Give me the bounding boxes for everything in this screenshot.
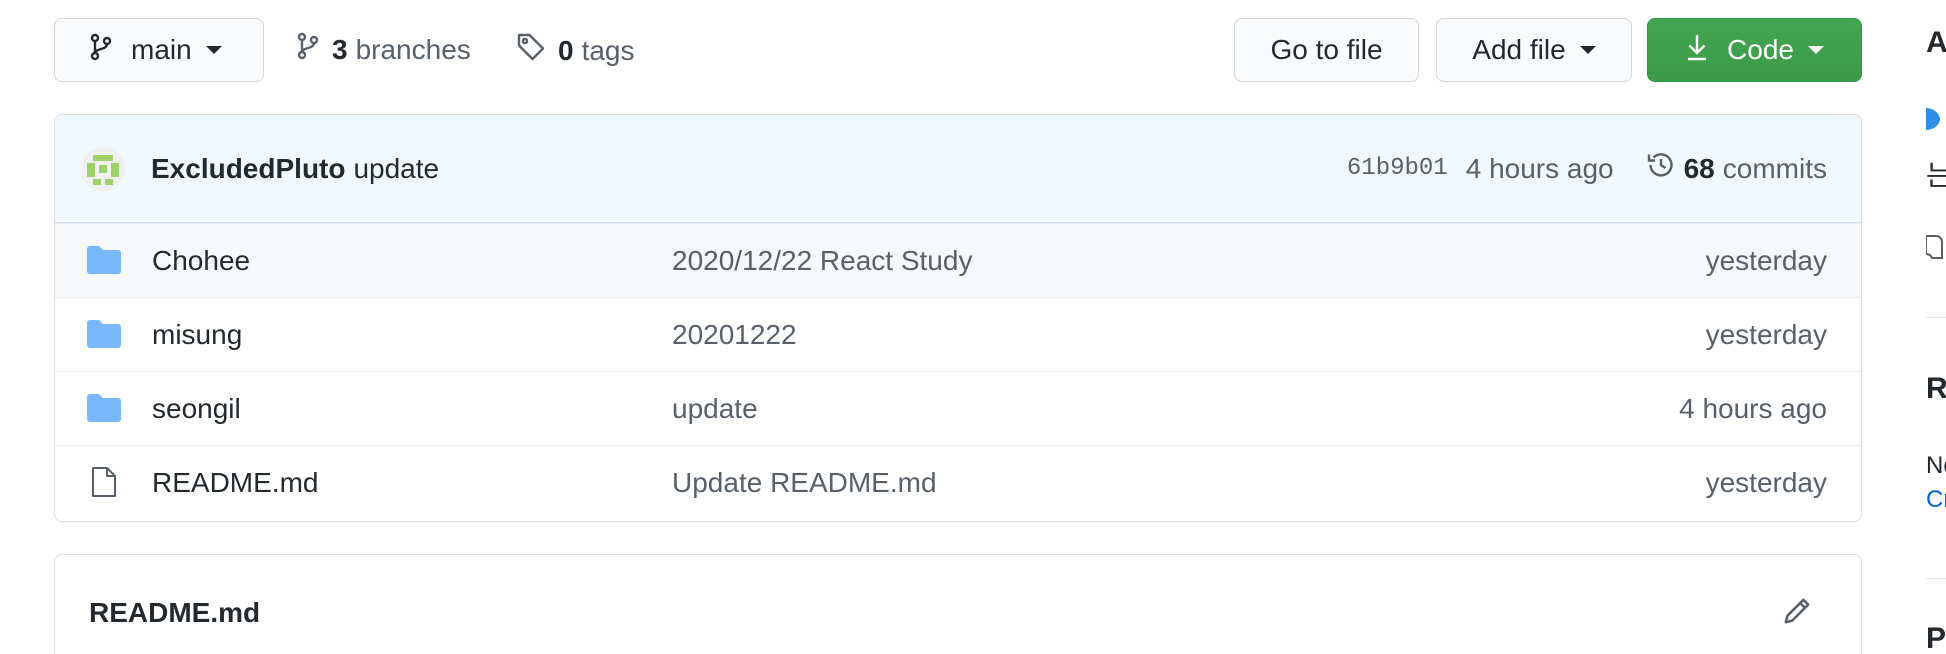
repo-toolbar: main 3 branches 0 tags Go to file Add fi… (54, 18, 1862, 84)
file-row[interactable]: Chohee 2020/12/22 React Study yesterday (55, 223, 1861, 297)
avatar[interactable] (81, 146, 125, 191)
repo-sidebar: A 는 R No Cr P (1925, 0, 1946, 654)
book-icon (1925, 232, 1946, 265)
commits-label: commits (1722, 152, 1827, 184)
file-browser: ExcludedPluto update 61b9b01 4 hours ago… (54, 114, 1862, 522)
file-icon (91, 466, 117, 505)
commit-meta: 61b9b01 4 hours ago 68 commits (1347, 150, 1827, 187)
commit-sha-link[interactable]: 61b9b01 (1347, 155, 1448, 182)
file-name-link[interactable]: README.md (152, 467, 318, 499)
folder-icon (87, 246, 121, 281)
commits-history-link[interactable]: 68 commits (1646, 150, 1827, 187)
tags-count: 0 (558, 34, 574, 66)
file-age: 4 hours ago (1679, 392, 1827, 424)
tags-label: tags (581, 34, 635, 66)
commit-time: 4 hours ago (1465, 152, 1614, 184)
code-button[interactable]: Code (1647, 18, 1862, 82)
commit-author-link[interactable]: ExcludedPluto (151, 153, 345, 185)
about-heading: A (1926, 26, 1946, 59)
create-release-link[interactable]: Cr (1926, 486, 1946, 514)
folder-icon (87, 320, 121, 355)
add-file-label: Add file (1472, 34, 1566, 65)
branches-link[interactable]: 3 branches (296, 32, 471, 67)
branches-label: branches (355, 33, 471, 65)
packages-heading: P (1926, 622, 1946, 654)
go-to-file-button[interactable]: Go to file (1234, 18, 1419, 82)
go-to-file-label: Go to file (1270, 34, 1383, 65)
file-commit-link[interactable]: 20201222 (672, 319, 797, 351)
commits-count: 68 (1683, 152, 1715, 184)
chevron-down-icon (205, 46, 222, 54)
chevron-down-icon (1807, 46, 1824, 54)
code-label: Code (1727, 34, 1794, 65)
sidebar-divider (1926, 317, 1946, 318)
pencil-icon[interactable] (1781, 595, 1813, 632)
download-icon (1685, 33, 1727, 68)
file-commit-link[interactable]: update (672, 393, 758, 425)
branch-select-button[interactable]: main (54, 18, 264, 82)
about-description: 는 (1926, 160, 1946, 191)
file-age: yesterday (1705, 244, 1827, 276)
branch-name: main (131, 34, 192, 65)
file-row[interactable]: misung 20201222 yesterday (55, 297, 1861, 371)
file-commit-link[interactable]: 2020/12/22 React Study (672, 245, 972, 277)
chevron-down-icon (1579, 46, 1596, 54)
releases-heading: R (1926, 372, 1946, 405)
latest-commit-bar: ExcludedPluto update 61b9b01 4 hours ago… (55, 115, 1861, 223)
file-row[interactable]: seongil update 4 hours ago (55, 371, 1861, 445)
add-file-button[interactable]: Add file (1436, 18, 1632, 82)
file-age: yesterday (1705, 318, 1827, 350)
file-name-link[interactable]: seongil (152, 393, 241, 425)
tags-link[interactable]: 0 tags (516, 32, 635, 69)
readme-box: README.md (54, 554, 1862, 654)
file-name-link[interactable]: Chohee (152, 245, 250, 277)
file-name-link[interactable]: misung (152, 319, 242, 351)
readme-title: README.md (89, 597, 261, 628)
butterfly-icon (1926, 104, 1946, 139)
branches-count: 3 (332, 33, 348, 65)
file-row[interactable]: README.md Update README.md yesterday (55, 445, 1861, 519)
history-icon (1646, 150, 1684, 187)
branch-icon (89, 33, 131, 68)
file-age: yesterday (1705, 466, 1827, 498)
sidebar-divider (1926, 578, 1946, 579)
tag-icon (516, 32, 546, 69)
folder-icon (87, 394, 121, 429)
branch-icon (296, 32, 320, 67)
file-commit-link[interactable]: Update README.md (672, 467, 937, 499)
releases-empty-text: No (1926, 452, 1946, 479)
commit-message-link[interactable]: update (353, 153, 439, 185)
